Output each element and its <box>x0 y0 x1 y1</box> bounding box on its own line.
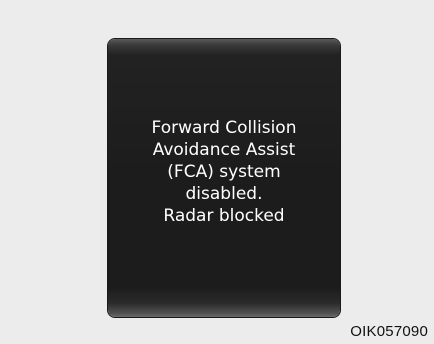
message-line-2: Avoidance Assist <box>152 140 296 160</box>
message-line-5: Radar blocked <box>163 206 285 226</box>
message-line-4: disabled. <box>185 184 263 204</box>
figure-code: OIK057090 <box>350 323 428 340</box>
message-line-1: Forward Collision <box>151 118 297 138</box>
warning-message: Forward Collision Avoidance Assist (FCA)… <box>108 117 340 227</box>
message-line-3: (FCA) system <box>167 162 281 182</box>
figure-canvas: Forward Collision Avoidance Assist (FCA)… <box>0 0 434 344</box>
cluster-display-panel: Forward Collision Avoidance Assist (FCA)… <box>108 39 340 317</box>
